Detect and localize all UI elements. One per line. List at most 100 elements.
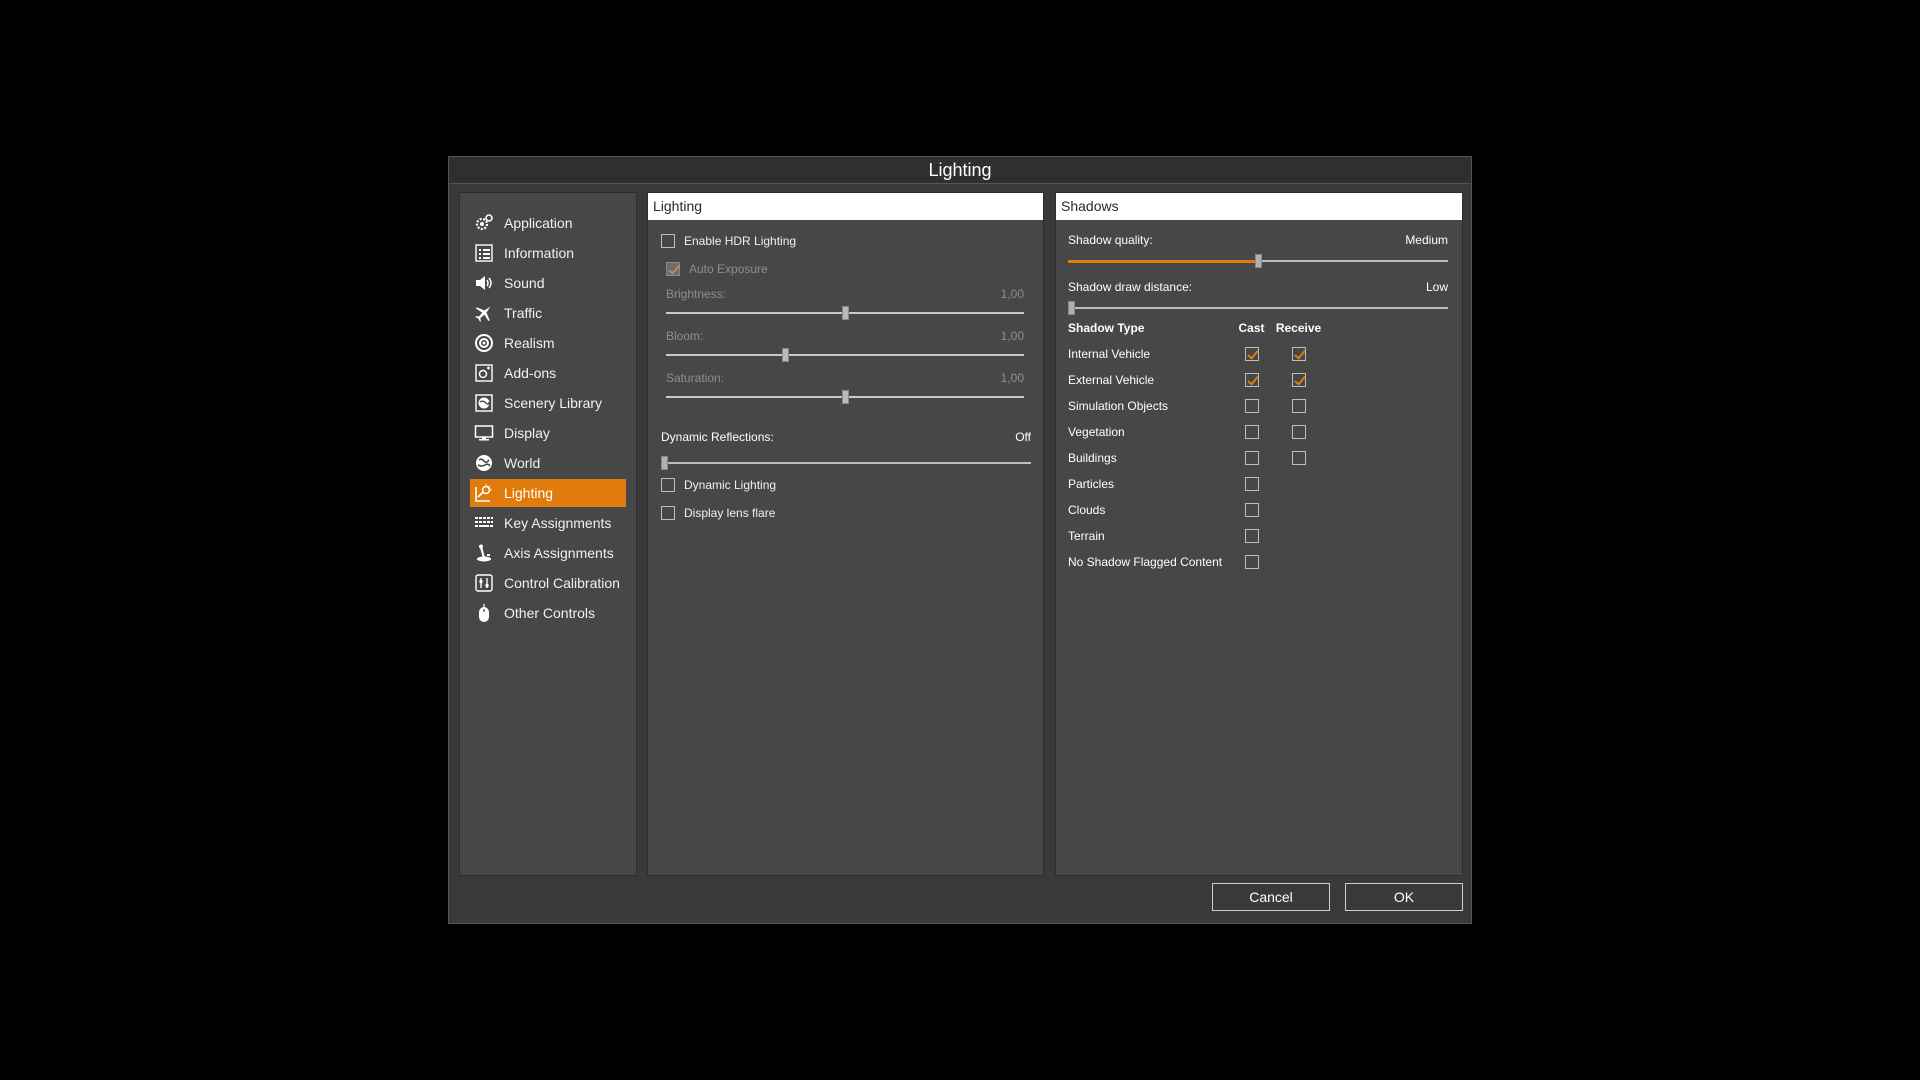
shadow-type-name: Buildings [1068,451,1117,465]
cast-checkbox[interactable] [1244,477,1259,491]
sidebar-item-add-ons[interactable]: Add-ons [470,359,626,387]
table-row: Vegetation [1068,419,1448,445]
lens-flare-label: Display lens flare [684,506,776,520]
monitor-icon [474,423,494,443]
saturation-value: 1,00 [1000,371,1024,385]
brightness-slider[interactable] [666,306,1024,320]
gear-icon [474,213,494,233]
shadow-draw-distance-slider-thumb[interactable] [1068,301,1075,315]
receive-column-header: Receive [1275,321,1322,335]
sidebar-item-label: Control Calibration [504,575,620,591]
dynamic-lighting-label: Dynamic Lighting [684,478,777,492]
shadow-type-name: Internal Vehicle [1068,347,1151,361]
bloom-value: 1,00 [1000,329,1024,343]
sidebar-item-realism[interactable]: Realism [470,329,626,357]
sidebar-item-scenery-library[interactable]: Scenery Library [470,389,626,417]
dynamic-lighting-checkbox[interactable] [661,478,675,492]
dialog-title: Lighting [449,157,1471,184]
sidebar-item-display[interactable]: Display [470,419,626,447]
shadow-draw-distance-slider[interactable] [1068,301,1448,315]
shadow-type-name: No Shadow Flagged Content [1068,555,1223,569]
receive-checkbox[interactable] [1291,425,1306,439]
bloom-slider-thumb[interactable] [782,348,789,362]
cast-checkbox[interactable] [1244,347,1259,361]
table-row: Clouds [1068,497,1448,523]
sidebar-item-label: Axis Assignments [504,545,614,561]
cast-checkbox[interactable] [1244,555,1259,569]
shadows-panel-header: Shadows [1056,193,1462,220]
lens-flare-checkbox[interactable] [661,506,675,520]
receive-checkbox[interactable] [1291,347,1306,361]
cast-checkbox[interactable] [1244,503,1259,517]
shadow-type-name: Terrain [1068,529,1105,543]
ok-button[interactable]: OK [1345,883,1463,911]
dynamic-reflections-label: Dynamic Reflections: [661,430,774,444]
globe-icon [474,453,494,473]
brightness-control: Brightness: 1,00 [666,287,1024,320]
shadow-type-name: Clouds [1068,503,1106,517]
receive-checkbox[interactable] [1291,373,1306,387]
brightness-label: Brightness: [666,287,727,301]
shadow-draw-distance-label: Shadow draw distance: [1068,280,1193,294]
dynamic-reflections-value: Off [1015,430,1031,444]
saturation-slider[interactable] [666,390,1024,404]
cast-column-header: Cast [1238,321,1265,335]
enable-hdr-row[interactable]: Enable HDR Lighting [661,234,796,248]
dynamic-reflections-slider-thumb[interactable] [661,456,668,470]
auto-exposure-row[interactable]: Auto Exposure [666,262,768,276]
sidebar-item-key-assignments[interactable]: Key Assignments [470,509,626,537]
shadow-type-name: Vegetation [1068,425,1125,439]
mouse-icon [474,603,494,623]
sidebar-item-lighting[interactable]: Lighting [470,479,626,507]
cast-checkbox[interactable] [1244,373,1259,387]
sidebar-item-label: Key Assignments [504,515,612,531]
brightness-slider-thumb[interactable] [842,306,849,320]
sidebar-item-label: Sound [504,275,545,291]
sidebar-item-control-calibration[interactable]: Control Calibration [470,569,626,597]
sidebar-item-label: Traffic [504,305,543,321]
cast-checkbox[interactable] [1244,451,1259,465]
brightness-value: 1,00 [1000,287,1024,301]
lens-flare-row[interactable]: Display lens flare [661,506,775,520]
dynamic-reflections-slider[interactable] [661,456,1031,470]
table-row: Terrain [1068,523,1448,549]
target-icon [474,333,494,353]
receive-checkbox[interactable] [1291,451,1306,465]
sidebar-item-label: Scenery Library [504,395,603,411]
joystick-icon [474,543,494,563]
cancel-button[interactable]: Cancel [1212,883,1330,911]
sidebar-item-application[interactable]: Application [470,209,626,237]
sidebar-item-label: Lighting [504,485,554,501]
cast-checkbox[interactable] [1244,529,1259,543]
shadow-quality-slider[interactable] [1068,254,1448,268]
shadow-type-name: External Vehicle [1068,373,1155,387]
lighting-panel-header: Lighting [648,193,1043,220]
settings-dialog: Lighting Application Information Sound Traf… [448,156,1472,924]
sidebar-item-information[interactable]: Information [470,239,626,267]
lighting-icon [474,483,494,503]
sidebar-item-axis-assignments[interactable]: Axis Assignments [470,539,626,567]
sidebar-item-sound[interactable]: Sound [470,269,626,297]
shadow-table-header: Shadow Type Cast Receive [1068,315,1448,341]
sidebar-item-other-controls[interactable]: Other Controls [470,599,626,627]
sidebar-item-label: Display [504,425,550,441]
bloom-slider[interactable] [666,348,1024,362]
enable-hdr-checkbox[interactable] [661,234,675,248]
receive-checkbox[interactable] [1291,399,1306,413]
shadow-quality-label: Shadow quality: [1068,233,1153,247]
saturation-control: Saturation: 1,00 [666,371,1024,404]
table-row: No Shadow Flagged Content [1068,549,1448,575]
sidebar-item-label: Other Controls [504,605,596,621]
auto-exposure-checkbox[interactable] [666,262,680,276]
cast-checkbox[interactable] [1244,425,1259,439]
shadows-panel: Shadows Shadow quality: Medium Shadow dr… [1055,192,1463,876]
saturation-slider-thumb[interactable] [842,390,849,404]
sidebar-item-traffic[interactable]: Traffic [470,299,626,327]
cast-checkbox[interactable] [1244,399,1259,413]
sidebar-item-world[interactable]: World [470,449,626,477]
shadow-quality-slider-thumb[interactable] [1255,254,1262,268]
dynamic-lighting-row[interactable]: Dynamic Lighting [661,478,776,492]
lighting-panel: Lighting Enable HDR Lighting Auto Exposu… [647,192,1044,876]
table-row: Internal Vehicle [1068,341,1448,367]
bloom-label: Bloom: [666,329,704,343]
